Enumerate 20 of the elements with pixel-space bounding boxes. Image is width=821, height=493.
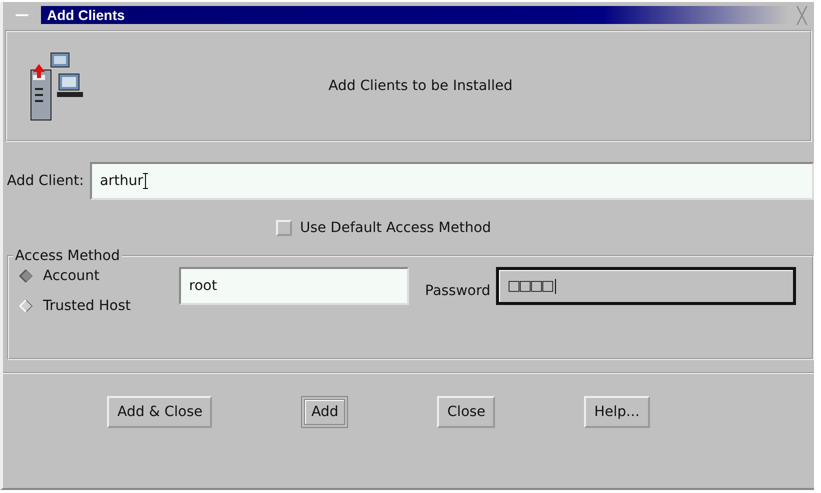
password-label: Password — [425, 283, 490, 299]
radio-button[interactable] — [19, 299, 33, 313]
radio-label: Trusted Host — [43, 298, 131, 314]
header-text: Add Clients to be Installed — [328, 78, 514, 94]
radio-button[interactable] — [19, 269, 33, 283]
add-client-label: Add Client: — [7, 173, 84, 189]
dialog-button[interactable]: Close — [437, 396, 496, 428]
group-title: Access Method — [14, 248, 121, 264]
add-client-field[interactable]: arthur — [90, 162, 814, 200]
text-cursor-icon — [555, 278, 556, 294]
account-field[interactable]: root — [179, 267, 409, 305]
window-title: Add Clients — [46, 7, 125, 23]
radio-label: Account — [43, 268, 100, 284]
use-default-label: Use Default Access Method — [300, 220, 492, 236]
password-field[interactable]: □□□□ — [496, 267, 796, 305]
dialog-button[interactable]: Help... — [584, 396, 650, 428]
checkbox[interactable] — [276, 220, 292, 236]
dialog-button[interactable]: Add & Close — [107, 396, 212, 428]
dialog-button[interactable]: Add — [301, 396, 348, 428]
text-cursor-icon — [143, 173, 148, 189]
